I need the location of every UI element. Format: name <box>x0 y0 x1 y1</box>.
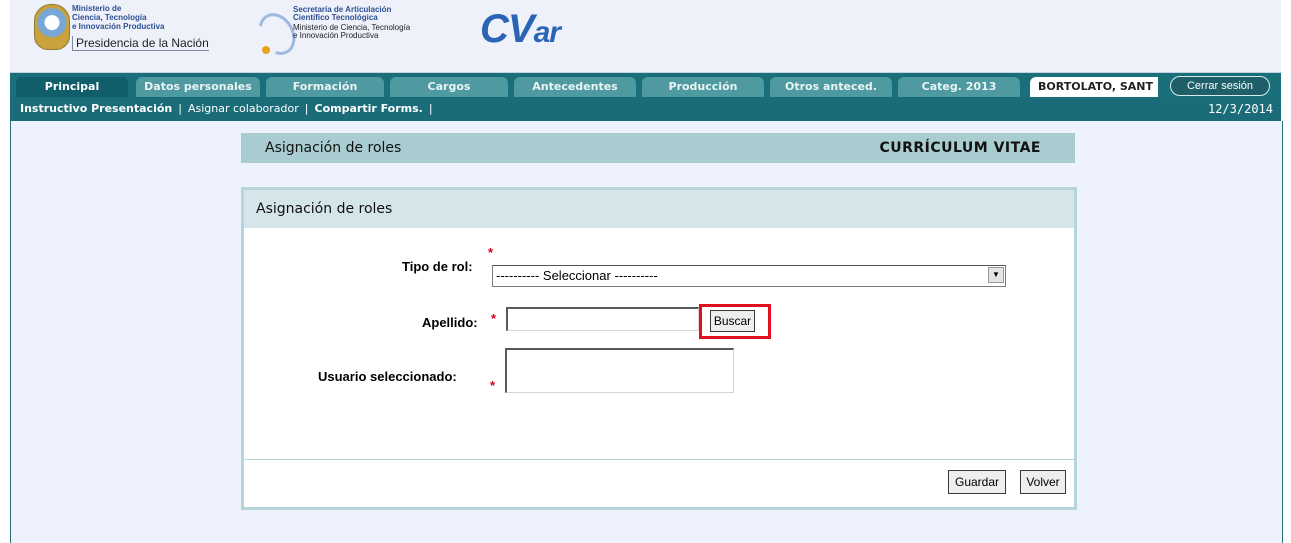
panel-title: Asignación de roles <box>256 201 393 217</box>
tab-formacion[interactable]: Formación <box>266 77 384 97</box>
buscar-highlight-box <box>699 304 771 339</box>
ministerio-text-3: e Innovación Productiva <box>72 22 165 31</box>
tab-otros-anteced[interactable]: Otros anteced. <box>770 77 892 97</box>
usuario-seleccionado-label: Usuario seleccionado: <box>318 369 457 384</box>
tipo-rol-label: Tipo de rol: <box>402 259 473 274</box>
apellido-input[interactable] <box>506 307 699 331</box>
roles-form-panel: Asignación de roles * Tipo de rol: -----… <box>241 187 1077 510</box>
panel-header: Asignación de roles <box>244 190 1074 228</box>
usuario-seleccionado-field[interactable] <box>505 348 734 393</box>
guardar-button[interactable]: Guardar <box>948 470 1006 494</box>
cvar-logo: CVar <box>480 7 561 54</box>
header-banner: Ministerio de Ciencia, Tecnología e Inno… <box>10 0 1281 73</box>
secretaria-text-2: Científico Tecnológica <box>293 13 378 22</box>
ministerio-text-1: Ministerio de <box>72 4 122 13</box>
link-compartir-forms[interactable]: Compartir Forms. <box>315 102 423 115</box>
secretaria-dot-icon <box>262 46 270 54</box>
subnav-separator: | <box>304 102 309 115</box>
secretaria-logo: Secretaría de Articulación Científico Te… <box>251 2 450 62</box>
tipo-rol-selected-value: ---------- Seleccionar ---------- <box>496 268 658 283</box>
cvar-logo-main: CV <box>480 7 535 51</box>
apellido-label: Apellido: <box>422 315 478 330</box>
tab-categ-2013[interactable]: Categ. 2013 <box>898 77 1020 97</box>
presidencia-text: Presidencia de la Nación <box>72 36 209 51</box>
logout-button[interactable]: Cerrar sesión <box>1170 76 1270 96</box>
user-name: BORTOLATO, SANT <box>1030 77 1158 97</box>
main-content: Asignación de roles CURRÍCULUM VITAE Asi… <box>10 121 1283 543</box>
link-instructivo-presentacion[interactable]: Instructivo Presentación <box>20 102 172 115</box>
current-date: 12/3/2014 <box>1207 102 1273 116</box>
cvar-logo-small: ar <box>533 16 561 49</box>
tab-principal[interactable]: Principal <box>16 77 128 97</box>
tab-produccion[interactable]: Producción <box>642 77 764 97</box>
panel-footer-divider <box>244 459 1074 460</box>
subnav-separator: | <box>178 102 182 115</box>
ministerio-text-2: Ciencia, Tecnología <box>72 13 147 22</box>
subnav-separator: | <box>428 102 433 115</box>
tab-datos-personales[interactable]: Datos personales <box>136 77 260 97</box>
ministerio-logo: Ministerio de Ciencia, Tecnología e Inno… <box>34 2 220 52</box>
tab-cargos[interactable]: Cargos <box>390 77 508 97</box>
coat-of-arms-icon <box>34 4 70 50</box>
required-marker: * <box>491 311 497 326</box>
volver-button[interactable]: Volver <box>1020 470 1066 494</box>
section-title: CURRÍCULUM VITAE <box>879 140 1041 156</box>
secretaria-text-4: e Innovación Productiva <box>293 31 379 40</box>
main-tab-bar: Principal Datos personales Formación Car… <box>10 73 1281 97</box>
chevron-down-icon[interactable]: ▼ <box>988 267 1004 283</box>
sub-navigation: Instructivo Presentación | Asignar colabor… <box>10 97 1281 121</box>
tipo-rol-select[interactable]: ---------- Seleccionar ---------- ▼ <box>492 265 1006 287</box>
link-asignar-colaborador[interactable]: Asignar colaborador <box>188 102 299 115</box>
required-marker: * <box>488 245 494 260</box>
page-title-bar: Asignación de roles CURRÍCULUM VITAE <box>241 133 1075 163</box>
subnav-links: Instructivo Presentación | Asignar colabor… <box>20 97 439 121</box>
tab-antecedentes[interactable]: Antecedentes <box>514 77 636 97</box>
page-title: Asignación de roles <box>265 140 402 156</box>
required-marker: * <box>490 378 496 393</box>
